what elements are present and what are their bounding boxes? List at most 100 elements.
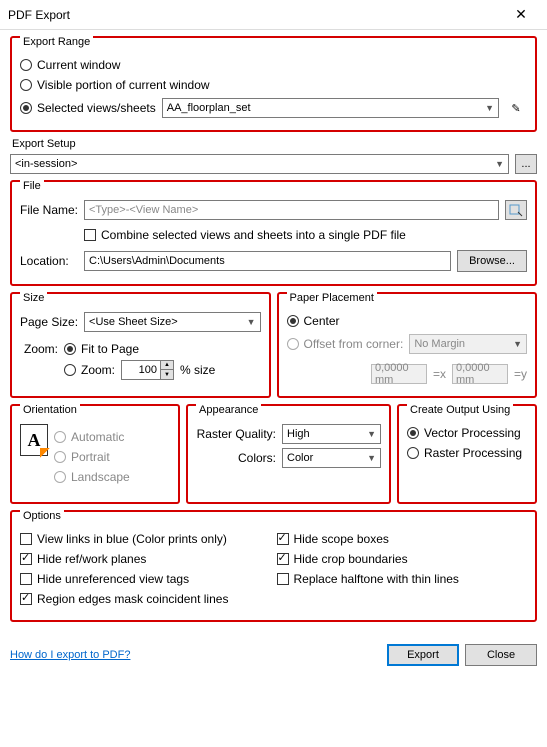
radio-label: Vector Processing [424,426,521,440]
checkbox-label: Region edges mask coincident lines [37,592,228,606]
file-group: File File Name: <Type>-<View Name> Combi… [10,180,537,286]
radio-visible-portion[interactable]: Visible portion of current window [20,78,527,92]
file-legend: File [20,180,44,192]
orientation-group: Orientation A Automatic Portrait Landsca… [10,404,180,504]
export-button[interactable]: Export [387,644,459,666]
checkbox-icon [20,593,32,605]
zoom-spinner[interactable]: 100 ▲▼ [121,360,174,380]
raster-quality-label: Raster Quality: [196,427,276,441]
checkbox-label: Hide crop boundaries [294,552,408,566]
combine-checkbox[interactable]: Combine selected views and sheets into a… [84,228,406,242]
offset-x-input: 0,0000 mm [371,364,427,384]
radio-label: Visible portion of current window [37,78,210,92]
location-input[interactable]: C:\Users\Admin\Documents [84,251,451,271]
radio-icon [287,338,299,350]
radio-offset[interactable]: Offset from corner: [287,337,404,351]
radio-label: Current window [37,58,120,72]
check-region-edges[interactable]: Region edges mask coincident lines [20,592,271,606]
check-hide-unref[interactable]: Hide unreferenced view tags [20,572,271,586]
radio-portrait: Portrait [54,450,170,464]
radio-label: Landscape [71,470,130,484]
radio-label: Selected views/sheets [37,101,156,115]
radio-current-window[interactable]: Current window [20,58,527,72]
setup-options-button[interactable]: ... [515,154,537,174]
select-value: High [287,428,310,440]
check-hide-scope[interactable]: Hide scope boxes [277,532,528,546]
chevron-down-icon: ▼ [485,103,494,113]
titlebar: PDF Export ✕ [0,0,547,30]
radio-selected-views[interactable]: Selected views/sheets [20,101,156,115]
browse-button[interactable]: Browse... [457,250,527,272]
radio-label: Automatic [71,430,124,444]
chevron-down-icon: ▼ [247,317,256,327]
paper-legend: Paper Placement [287,292,377,304]
help-link[interactable]: How do I export to PDF? [10,649,130,661]
check-hide-ref[interactable]: Hide ref/work planes [20,552,271,566]
colors-label: Colors: [196,451,276,465]
checkbox-label: View links in blue (Color prints only) [37,532,227,546]
page-size-label: Page Size: [20,315,78,329]
check-hide-crop[interactable]: Hide crop boundaries [277,552,528,566]
checkbox-label: Hide unreferenced view tags [37,572,189,586]
checkbox-label: Hide scope boxes [294,532,389,546]
radio-center[interactable]: Center [287,314,528,328]
radio-icon [20,79,32,91]
radio-label: Fit to Page [81,342,139,356]
close-icon[interactable]: ✕ [503,1,539,29]
zoom-label: Zoom: [20,342,58,356]
chevron-down-icon: ▼ [367,453,376,463]
size-group: Size Page Size: <Use Sheet Size> ▼ Zoom:… [10,292,271,398]
file-name-config-icon[interactable] [505,200,527,220]
pct-suffix: % size [180,363,215,377]
check-replace-halftone[interactable]: Replace halftone with thin lines [277,572,528,586]
radio-icon [407,447,419,459]
file-name-input[interactable]: <Type>-<View Name> [84,200,499,220]
file-name-label: File Name: [20,203,78,217]
radio-raster[interactable]: Raster Processing [407,446,527,460]
margin-select: No Margin ▼ [409,334,527,354]
checkbox-icon [277,553,289,565]
footer: How do I export to PDF? Export Close [0,638,547,676]
export-setup-select[interactable]: <in-session> ▼ [10,154,509,174]
checkbox-icon [20,553,32,565]
location-label: Location: [20,254,78,268]
chevron-down-icon: ▼ [513,339,522,349]
appearance-group: Appearance Raster Quality: High ▼ Colors… [186,404,391,504]
select-value: Color [287,452,313,464]
edit-pencil-icon[interactable]: ✎ [505,98,527,118]
radio-icon [54,451,66,463]
close-button[interactable]: Close [465,644,537,666]
offset-y-input: 0,0000 mm [452,364,508,384]
window-title: PDF Export [8,8,70,22]
radio-vector[interactable]: Vector Processing [407,426,527,440]
eq-x: =x [433,367,446,381]
export-range-legend: Export Range [20,36,93,48]
page-size-select[interactable]: <Use Sheet Size> ▼ [84,312,260,332]
location-value: C:\Users\Admin\Documents [89,255,225,267]
views-set-select[interactable]: AA_floorplan_set ▼ [162,98,499,118]
radio-icon [54,431,66,443]
colors-select[interactable]: Color ▼ [282,448,381,468]
checkbox-icon [20,533,32,545]
radio-landscape: Landscape [54,470,170,484]
spinner-arrows[interactable]: ▲▼ [160,360,174,380]
select-value: AA_floorplan_set [167,102,251,114]
size-legend: Size [20,292,47,304]
file-name-placeholder: <Type>-<View Name> [89,204,198,216]
check-view-links[interactable]: View links in blue (Color prints only) [20,532,271,546]
raster-quality-select[interactable]: High ▼ [282,424,381,444]
radio-icon [64,343,76,355]
radio-icon [287,315,299,327]
radio-icon [20,59,32,71]
select-value: <Use Sheet Size> [89,316,178,328]
checkbox-icon [84,229,96,241]
export-range-group: Export Range Current window Visible port… [10,36,537,132]
options-legend: Options [20,510,64,522]
radio-auto: Automatic [54,430,170,444]
radio-fit-to-page[interactable]: Fit to Page [64,342,139,356]
radio-zoom-pct[interactable]: Zoom: [64,363,115,377]
zoom-value: 100 [121,360,161,380]
orientation-icon: A [20,424,48,456]
radio-label: Zoom: [81,363,115,377]
checkbox-icon [277,573,289,585]
